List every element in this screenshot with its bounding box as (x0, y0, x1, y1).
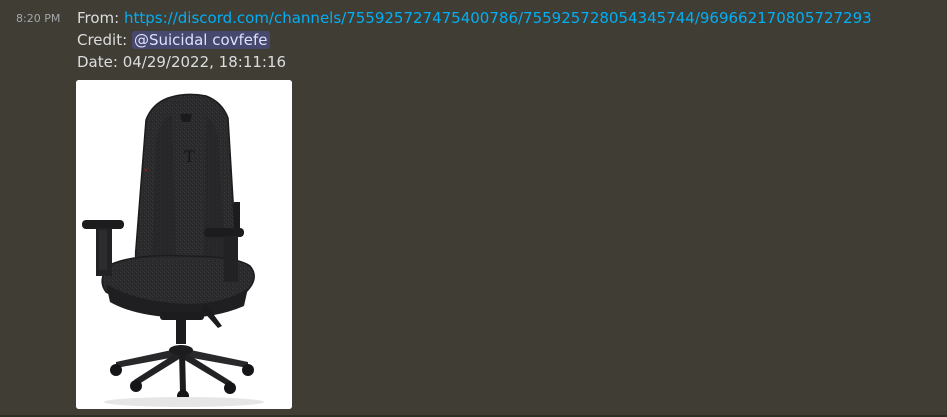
from-label: From: (77, 9, 120, 27)
credit-label: Credit: (77, 31, 128, 49)
user-mention[interactable]: @Suicidal covfefe (131, 31, 270, 49)
date-label: Date: (77, 53, 118, 71)
message-content: From: https://discord.com/channels/75592… (77, 7, 937, 73)
gaming-chair-image: T (76, 80, 292, 409)
date-line: Date: 04/29/2022, 18:11:16 (77, 51, 937, 73)
date-value: 04/29/2022, 18:11:16 (122, 53, 287, 71)
from-line: From: https://discord.com/channels/75592… (77, 7, 937, 29)
image-attachment[interactable]: T (76, 80, 292, 409)
svg-text:T: T (184, 147, 195, 166)
message-link[interactable]: https://discord.com/channels/75592572747… (124, 9, 872, 27)
credit-line: Credit: @Suicidal covfefe (77, 29, 937, 51)
message-timestamp[interactable]: 8:20 PM (16, 12, 60, 25)
chat-message: 8:20 PM From: https://discord.com/channe… (0, 0, 947, 417)
